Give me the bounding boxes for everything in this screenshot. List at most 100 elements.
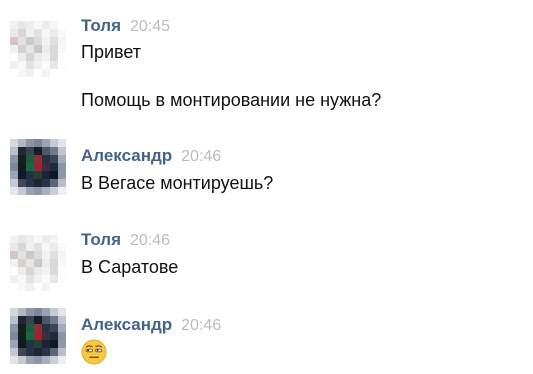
avatar-alexander[interactable] [10, 308, 66, 364]
avatar-pixel [42, 308, 50, 316]
avatar-pixel [58, 340, 66, 348]
avatar-pixel [42, 267, 50, 275]
emoji-right-pupil [96, 349, 99, 352]
avatar-pixel [42, 340, 50, 348]
avatar-pixel [26, 179, 34, 187]
avatar-pixel [34, 21, 42, 29]
avatar-pixel [58, 348, 66, 356]
avatar-pixel [10, 171, 18, 179]
avatar-pixel [34, 267, 42, 275]
avatar-pixel [50, 61, 58, 69]
avatar-pixel [50, 187, 58, 195]
avatar-pixel [18, 147, 26, 155]
avatar-tolya[interactable] [10, 21, 66, 77]
author-name[interactable]: Толя [81, 16, 121, 36]
avatar-pixel [58, 356, 66, 364]
author-name[interactable]: Александр [81, 315, 172, 335]
message-text: Привет [81, 42, 142, 62]
avatar-pixel [26, 61, 34, 69]
avatar-pixel [58, 69, 66, 77]
avatar-pixel [58, 179, 66, 187]
avatar-tolya[interactable] [10, 235, 66, 291]
message-time: 20:46 [181, 148, 222, 165]
emoji-left-eye [85, 348, 93, 353]
avatar-pixel [50, 147, 58, 155]
avatar-pixel [50, 155, 58, 163]
avatar-pixel [50, 267, 58, 275]
avatar-pixel [10, 163, 18, 171]
avatar-pixel [58, 53, 66, 61]
avatar-pixel [50, 251, 58, 259]
avatar-pixel [18, 356, 26, 364]
avatar-pixel [50, 348, 58, 356]
message-header: Александр 20:46 [81, 146, 221, 168]
avatar-pixel [18, 45, 26, 53]
avatar-pixel [42, 37, 50, 45]
avatar-pixel [10, 53, 18, 61]
author-name[interactable]: Толя [81, 230, 121, 250]
avatar-pixel [34, 147, 42, 155]
avatar-pixel [18, 171, 26, 179]
avatar-pixel [26, 147, 34, 155]
avatar-pixel [58, 61, 66, 69]
avatar-pixel [26, 21, 34, 29]
avatar-pixel [18, 29, 26, 37]
avatar-pixel [10, 324, 18, 332]
avatar-alexander[interactable] [10, 139, 66, 195]
avatar-pixel [10, 243, 18, 251]
avatar-pixel [50, 53, 58, 61]
avatar-pixel [18, 243, 26, 251]
avatar-pixel [34, 259, 42, 267]
avatar-pixel [58, 187, 66, 195]
emoji-face [81, 339, 107, 365]
avatar-pixel [58, 275, 66, 283]
avatar-pixel [34, 155, 42, 163]
avatar-pixel [34, 340, 42, 348]
avatar-pixel [18, 235, 26, 243]
avatar-pixel [26, 37, 34, 45]
avatar-pixel [18, 275, 26, 283]
avatar-pixel [26, 163, 34, 171]
avatar-pixel [42, 356, 50, 364]
avatar-pixel [18, 283, 26, 291]
avatar-pixel [10, 340, 18, 348]
avatar-pixel [42, 243, 50, 251]
avatar-pixel [10, 29, 18, 37]
avatar-pixel [18, 53, 26, 61]
message-time: 20:46 [181, 317, 222, 334]
avatar-pixel [50, 45, 58, 53]
author-name[interactable]: Александр [81, 146, 172, 166]
avatar-pixel [34, 251, 42, 259]
avatar-pixel [42, 69, 50, 77]
avatar-pixel [34, 61, 42, 69]
avatar-pixel [50, 324, 58, 332]
avatar-pixel [42, 61, 50, 69]
avatar-pixel [10, 179, 18, 187]
avatar-pixel [50, 163, 58, 171]
avatar-pixel [42, 29, 50, 37]
avatar-pixel [34, 53, 42, 61]
avatar-pixel [18, 155, 26, 163]
avatar-pixel [18, 69, 26, 77]
avatar-pixel [58, 147, 66, 155]
avatar-pixel [50, 235, 58, 243]
avatar-pixel [34, 283, 42, 291]
avatar-pixel [18, 348, 26, 356]
avatar-pixel [50, 171, 58, 179]
avatar-pixel [18, 37, 26, 45]
avatar-pixel [34, 37, 42, 45]
avatar-pixel [42, 171, 50, 179]
avatar-pixel [10, 187, 18, 195]
avatar-pixel [10, 283, 18, 291]
avatar-pixel [18, 21, 26, 29]
avatar-pixel [26, 251, 34, 259]
avatar-pixel [18, 316, 26, 324]
avatar-pixel [50, 21, 58, 29]
avatar-pixel [26, 308, 34, 316]
avatar-pixel [58, 235, 66, 243]
avatar-pixel [26, 235, 34, 243]
avatar-pixel [58, 251, 66, 259]
avatar-pixel [42, 155, 50, 163]
avatar-pixel [10, 235, 18, 243]
avatar-pixel [42, 187, 50, 195]
